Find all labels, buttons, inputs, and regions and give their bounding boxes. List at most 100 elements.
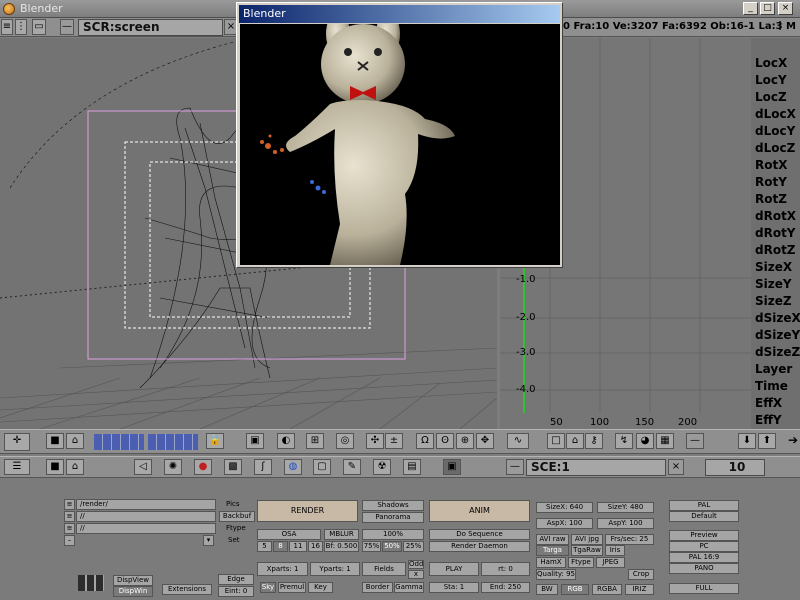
jpeg-button[interactable]: JPEG [596, 557, 625, 568]
window-type-button[interactable]: ≡ [1, 19, 13, 35]
ipo-window-type-icon[interactable]: ∿ [507, 433, 529, 449]
ipo-channel[interactable]: dLocZ [755, 141, 795, 155]
backbuf-button[interactable]: Backbuf [219, 511, 255, 522]
ipo-channel[interactable]: LocY [755, 73, 787, 87]
ipo-channel[interactable]: EffY [755, 413, 782, 427]
ipo-browse-icon[interactable]: — [686, 433, 704, 449]
draw-type-icon[interactable]: ◐ [277, 433, 295, 449]
ipo-channel[interactable]: LocZ [755, 90, 787, 104]
screen-field[interactable]: SCR:screen [78, 19, 223, 36]
sizey-field[interactable]: SizeY: 480 [597, 502, 654, 513]
avi-jpg-button[interactable]: AVI jpg [571, 534, 603, 545]
fields-toggle[interactable]: Fields [362, 562, 406, 576]
end-frame-field[interactable]: End: 250 [481, 582, 530, 593]
ipo-channel[interactable]: Time [755, 379, 788, 393]
ipo-channel[interactable]: dRotX [755, 209, 796, 223]
extensions-toggle[interactable]: Extensions [162, 584, 212, 595]
snap-icon[interactable]: ✥ [476, 433, 494, 449]
minimize-button[interactable]: _ [743, 2, 758, 15]
render-daemon-toggle[interactable]: Render Daemon [429, 541, 530, 552]
size-100-button[interactable]: 100% [362, 529, 424, 540]
premul-toggle[interactable]: Premul [278, 582, 306, 593]
script-buttons-icon[interactable]: ▤ [403, 459, 421, 475]
pivot-icon[interactable]: ⊕ [456, 433, 474, 449]
set-dropdown-button[interactable]: ▾ [203, 535, 214, 546]
gamma-toggle[interactable]: Gamma [394, 582, 424, 593]
osa-8-button[interactable]: 8 [273, 541, 288, 552]
osa-5-button[interactable]: 5 [257, 541, 272, 552]
bf-field[interactable]: Bf: 0.500 [324, 541, 359, 552]
arrow-icon[interactable]: ➔ [788, 433, 798, 447]
zoom-icon[interactable]: ± [385, 433, 403, 449]
rt-field[interactable]: rt: 0 [481, 562, 530, 576]
ipo-channel[interactable]: dSizeZ [755, 345, 800, 359]
buttons-window-type-icon[interactable]: ☰ [4, 459, 30, 475]
render-buttons-icon[interactable]: ▣ [443, 459, 461, 475]
border-toggle[interactable]: Border [362, 582, 393, 593]
play-button[interactable]: PLAY [429, 562, 479, 576]
pics-path-field[interactable]: /render/ [76, 499, 216, 510]
start-frame-field[interactable]: Sta: 1 [429, 582, 479, 593]
quality-field[interactable]: Quality: 95 [536, 569, 576, 580]
ipo-channel[interactable]: dRotY [755, 226, 796, 240]
ipo-channel[interactable]: EffX [755, 396, 782, 410]
local-view-icon[interactable]: ⊞ [306, 433, 324, 449]
aspx-field[interactable]: AspX: 100 [536, 518, 593, 529]
paste-up-icon[interactable]: ⬆ [758, 433, 776, 449]
paint-buttons-icon[interactable]: ✎ [343, 459, 361, 475]
panorama-toggle[interactable]: Panorama [362, 512, 424, 523]
dispview-toggle[interactable]: DispView [113, 575, 153, 586]
ipo-channel[interactable]: Layer [755, 362, 792, 376]
ipo-channel[interactable]: RotZ [755, 192, 787, 206]
backbuf-path-field[interactable]: // [76, 511, 216, 522]
view-menu-icon[interactable]: ■ [46, 433, 64, 449]
ipo-material-icon[interactable]: ◕ [636, 433, 654, 449]
layout-grid-icon[interactable] [78, 575, 104, 591]
screen-browse-icon[interactable]: — [60, 19, 74, 35]
scene-field[interactable]: SCE:1 [526, 459, 666, 476]
render-window[interactable]: Blender [236, 2, 563, 268]
texture-buttons-icon[interactable]: ▩ [224, 459, 242, 475]
preview-preset-button[interactable]: Preview [669, 530, 739, 541]
bw-button[interactable]: BW [536, 584, 558, 595]
size-50-button[interactable]: 50% [382, 541, 402, 552]
x-toggle[interactable]: x [408, 570, 424, 579]
ipo-channel[interactable]: dSizeX [755, 311, 800, 325]
scene-delete-button[interactable]: × [668, 459, 684, 475]
pics-browse-button[interactable]: ≡ [64, 499, 75, 510]
view-mode-icon[interactable]: ▣ [246, 433, 264, 449]
pal-preset-button[interactable]: PAL [669, 500, 739, 511]
anim-button[interactable]: ANIM [429, 500, 530, 522]
osa-toggle[interactable]: OSA [257, 529, 321, 540]
perspective-icon[interactable]: ◎ [336, 433, 354, 449]
ipo-channel[interactable]: SizeZ [755, 294, 792, 308]
pal169-preset-button[interactable]: PAL 16:9 [669, 552, 739, 563]
header-scroll-icon[interactable]: ⁞ [778, 19, 782, 34]
scene-browse-icon[interactable]: — [506, 459, 524, 475]
sizex-field[interactable]: SizeX: 640 [536, 502, 593, 513]
translate-icon[interactable]: ✣ [366, 433, 384, 449]
ipo-channel[interactable]: SizeX [755, 260, 792, 274]
backbuf-browse-button[interactable]: ≡ [64, 511, 75, 522]
do-sequence-toggle[interactable]: Do Sequence [429, 529, 530, 540]
copy-down-icon[interactable]: ⬇ [738, 433, 756, 449]
orbit-icon[interactable]: ʘ [436, 433, 454, 449]
shadows-toggle[interactable]: Shadows [362, 500, 424, 511]
hamx-button[interactable]: HamX [536, 557, 566, 568]
rgba-button[interactable]: RGBA [592, 584, 622, 595]
key-icon[interactable]: ⚷ [585, 433, 603, 449]
crop-toggle[interactable]: Crop [628, 569, 654, 580]
avi-raw-button[interactable]: AVI raw [536, 534, 569, 545]
pc-preset-button[interactable]: PC [669, 541, 739, 552]
dispwin-toggle[interactable]: DispWin [113, 586, 153, 597]
radiosity-buttons-icon[interactable]: ☢ [373, 459, 391, 475]
set-minus-button[interactable]: – [64, 535, 75, 546]
ipo-channel[interactable]: SizeY [755, 277, 792, 291]
osa-11-button[interactable]: 11 [289, 541, 307, 552]
ipo-edit-icon[interactable]: ↯ [615, 433, 633, 449]
rgb-button[interactable]: RGB [561, 584, 589, 595]
render-button[interactable]: RENDER [257, 500, 358, 522]
rotate-view-icon[interactable]: Ω [416, 433, 434, 449]
ipo-channel[interactable]: RotY [755, 175, 787, 189]
ipo-channel[interactable]: RotX [755, 158, 787, 172]
